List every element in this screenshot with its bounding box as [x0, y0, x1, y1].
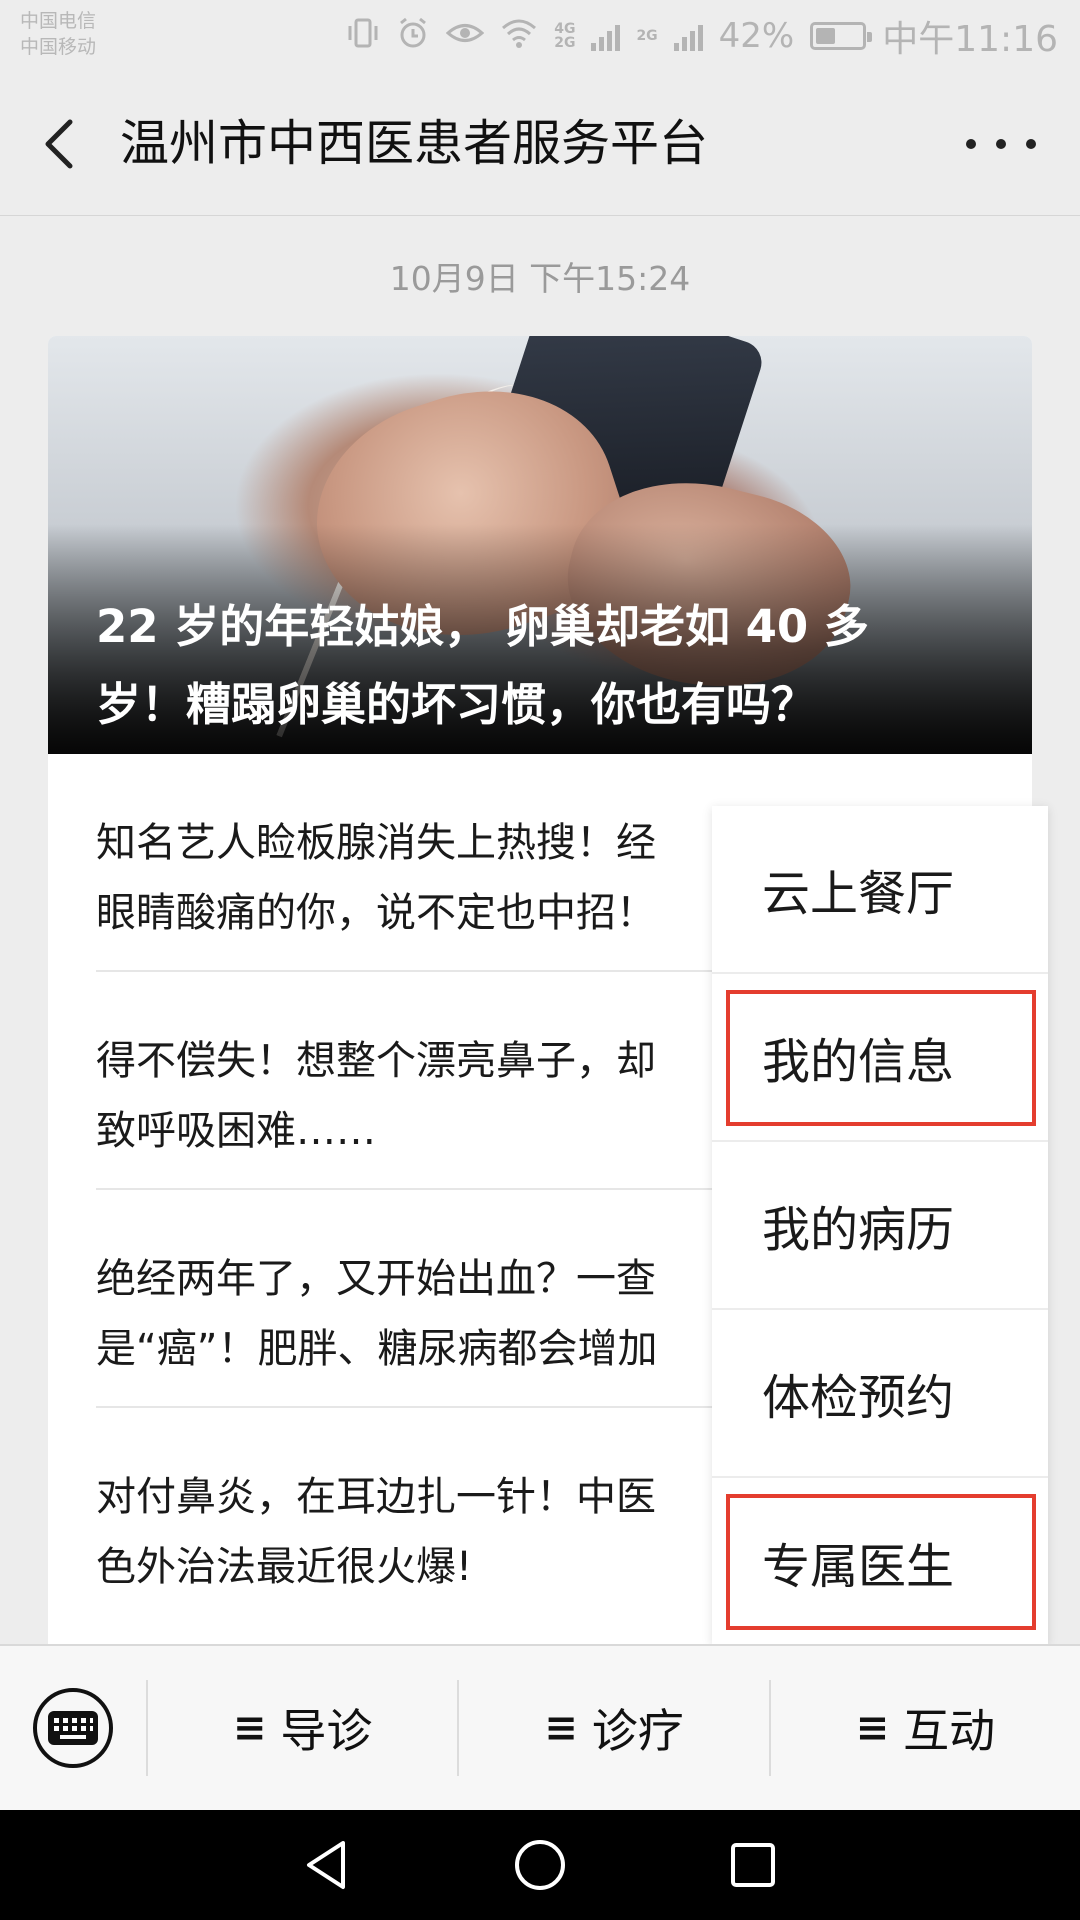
message-timestamp: 10月9日 下午15:24: [389, 259, 691, 298]
tab-guide[interactable]: ≡ 导诊: [146, 1680, 457, 1776]
menu-item-dedicated-doctor[interactable]: 专属医生: [712, 1478, 1048, 1646]
tab-interaction[interactable]: ≡ 互动: [768, 1680, 1080, 1776]
system-nav-bar: [0, 1810, 1080, 1920]
nav-recents-icon: [731, 1843, 776, 1887]
menu-item-my-records[interactable]: 我的病历: [712, 1142, 1048, 1310]
carrier-info: 中国电信 中国移动: [20, 8, 96, 60]
tab-label: 诊疗: [591, 1704, 684, 1758]
tab-label: 互动: [903, 1704, 996, 1758]
more-button[interactable]: [966, 124, 1036, 164]
nav-back-button[interactable]: [297, 1835, 357, 1895]
carrier-1: 中国电信: [20, 10, 97, 32]
keyboard-toggle-button[interactable]: [0, 1645, 146, 1811]
tab-treatment[interactable]: ≡ 诊疗: [457, 1680, 768, 1776]
menu-lines-icon: ≡: [232, 1705, 267, 1751]
nav-back-icon: [306, 1841, 345, 1889]
more-dots-icon: [966, 139, 976, 149]
clock: 中午11:16: [882, 19, 1058, 60]
battery-percent: 42%: [718, 16, 795, 56]
wifi-icon: [500, 16, 538, 56]
back-button[interactable]: [34, 112, 94, 176]
menu-bar: ≡ 导诊 ≡ 诊疗 ≡ 互动: [0, 1644, 1080, 1810]
chevron-left-icon: [45, 119, 73, 169]
menu-lines-icon: ≡: [855, 1705, 890, 1751]
menu-lines-icon: ≡: [544, 1705, 578, 1751]
title-bar: 温州市中西医患者服务平台: [0, 72, 1080, 216]
network-type-2: 2G: [636, 28, 658, 44]
nav-recents-button[interactable]: [723, 1835, 783, 1895]
nav-home-button[interactable]: [510, 1835, 570, 1895]
alarm-icon: [396, 16, 430, 56]
signal-icon-2: [673, 21, 703, 51]
keyboard-icon: [48, 1711, 98, 1745]
cover-title: 22 岁的年轻姑娘， 卵巢却老如 40 多 岁！糟蹋卵巢的坏习惯，你也有吗？: [96, 600, 869, 731]
page-title: 温州市中西医患者服务平台: [120, 115, 709, 172]
carrier-2: 中国移动: [20, 36, 97, 58]
menu-item-checkup-booking[interactable]: 体检预约: [712, 1310, 1048, 1478]
vibrate-icon: [346, 16, 380, 56]
article-cover[interactable]: 22 岁的年轻姑娘， 卵巢却老如 40 多 岁！糟蹋卵巢的坏习惯，你也有吗？: [48, 336, 1032, 754]
signal-icon: [591, 21, 621, 51]
status-icons: 4G 2G 2G 42% 中午11:16: [346, 10, 1058, 62]
tab-label: 导诊: [280, 1704, 373, 1758]
eye-icon: [445, 16, 485, 56]
status-bar: 中国电信 中国移动 4G 2G 2G 42% 中午11:16: [0, 0, 1080, 72]
menu-item-cloud-restaurant[interactable]: 云上餐厅: [712, 806, 1048, 974]
network-type: 4G 2G: [554, 21, 576, 51]
menu-item-my-info[interactable]: 我的信息: [712, 974, 1048, 1142]
battery-icon: [810, 22, 873, 50]
popup-submenu: 云上餐厅 我的信息 我的病历 体检预约 专属医生: [712, 806, 1048, 1644]
nav-home-icon: [514, 1840, 565, 1890]
